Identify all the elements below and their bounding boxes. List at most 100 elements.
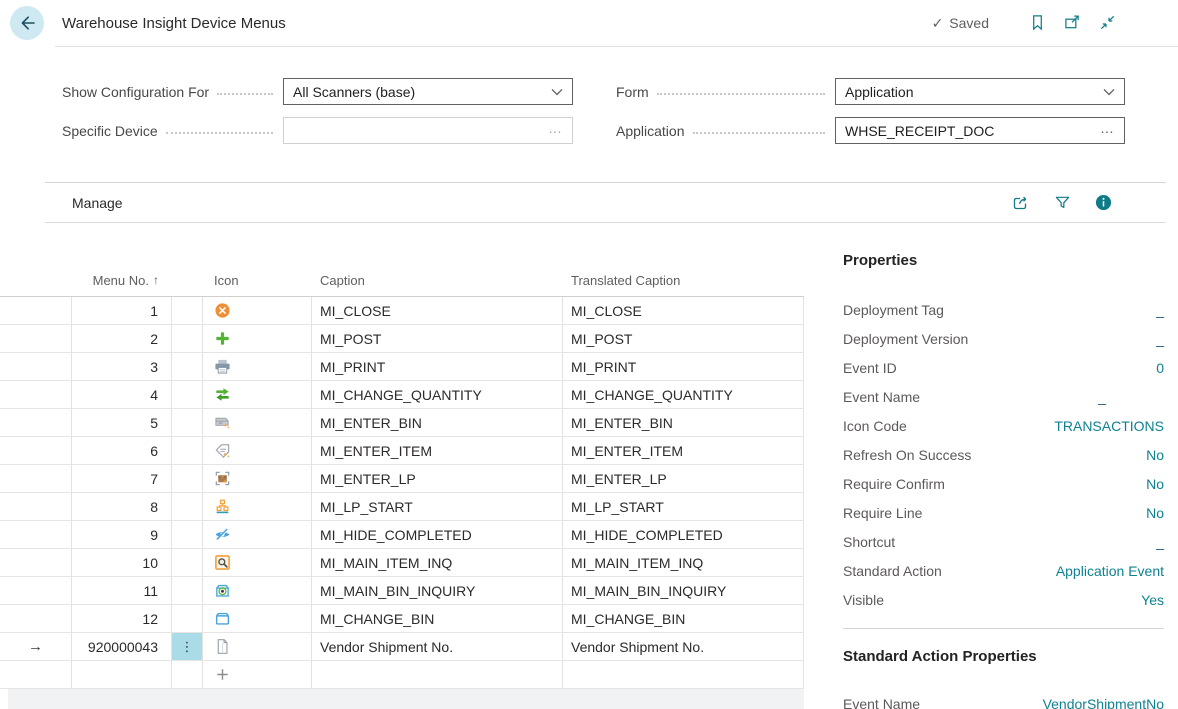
row-menu-cell[interactable] xyxy=(172,409,203,436)
menu-no-cell[interactable]: 8 xyxy=(72,493,172,520)
row-selector-cell[interactable] xyxy=(0,661,72,688)
menu-no-cell[interactable]: 1 xyxy=(72,297,172,324)
application-input[interactable] xyxy=(845,123,1100,139)
translated-caption-cell[interactable]: MI_MAIN_BIN_INQUIRY xyxy=(563,577,804,604)
caption-cell[interactable]: MI_CHANGE_BIN xyxy=(312,605,563,632)
row-selector-cell[interactable] xyxy=(0,521,72,548)
caption-cell[interactable] xyxy=(312,661,563,688)
manage-menu-button[interactable]: Manage xyxy=(72,195,123,211)
row-selector-cell[interactable] xyxy=(0,409,72,436)
row-selector-cell[interactable] xyxy=(0,325,72,352)
icon-cell[interactable] xyxy=(203,409,312,436)
menu-no-cell[interactable]: 9 xyxy=(72,521,172,548)
icon-cell[interactable] xyxy=(203,353,312,380)
property-value[interactable]: 0 xyxy=(1156,360,1164,376)
icon-cell[interactable] xyxy=(203,297,312,324)
property-value[interactable]: No xyxy=(1146,505,1164,521)
menu-no-cell[interactable]: 11 xyxy=(72,577,172,604)
menu-no-cell[interactable]: 3 xyxy=(72,353,172,380)
icon-cell[interactable] xyxy=(203,437,312,464)
property-value[interactable]: No xyxy=(1146,476,1164,492)
icon-cell[interactable] xyxy=(203,577,312,604)
menu-no-cell[interactable]: 5 xyxy=(72,409,172,436)
caption-cell[interactable]: MI_HIDE_COMPLETED xyxy=(312,521,563,548)
bookmark-button[interactable] xyxy=(1024,10,1050,36)
menu-no-cell[interactable]: 4 xyxy=(72,381,172,408)
caption-cell[interactable]: MI_POST xyxy=(312,325,563,352)
assist-edit-icon[interactable]: … xyxy=(1100,121,1115,141)
assist-edit-icon[interactable]: … xyxy=(548,121,563,141)
show-configuration-for-select[interactable]: All Scanners (base) xyxy=(283,78,573,105)
icon-cell[interactable] xyxy=(203,521,312,548)
icon-cell[interactable] xyxy=(203,605,312,632)
row-menu-cell[interactable] xyxy=(172,353,203,380)
menu-no-cell[interactable]: 2 xyxy=(72,325,172,352)
translated-caption-cell[interactable]: MI_HIDE_COMPLETED xyxy=(563,521,804,548)
menu-no-cell[interactable]: 7 xyxy=(72,465,172,492)
translated-caption-cell[interactable]: Vendor Shipment No. xyxy=(563,633,804,660)
row-menu-cell[interactable] xyxy=(172,381,203,408)
property-value[interactable]: VendorShipmentNo xyxy=(1043,696,1164,709)
row-menu-cell[interactable] xyxy=(172,661,203,688)
caption-cell[interactable]: MI_LP_START xyxy=(312,493,563,520)
icon-cell[interactable] xyxy=(203,465,312,492)
translated-caption-cell[interactable]: MI_CHANGE_QUANTITY xyxy=(563,381,804,408)
menu-no-cell[interactable]: 12 xyxy=(72,605,172,632)
back-button[interactable] xyxy=(10,6,44,40)
form-select[interactable]: Application xyxy=(835,78,1125,105)
row-menu-cell[interactable] xyxy=(172,549,203,576)
row-menu-cell[interactable]: ⋮ xyxy=(172,633,203,660)
row-menu-cell[interactable] xyxy=(172,437,203,464)
icon-cell[interactable] xyxy=(203,549,312,576)
specific-device-field[interactable]: … xyxy=(283,117,573,144)
property-value[interactable]: TRANSACTIONS xyxy=(1054,418,1164,434)
menu-no-cell[interactable]: 10 xyxy=(72,549,172,576)
icon-cell[interactable] xyxy=(203,633,312,660)
translated-caption-cell[interactable]: MI_ENTER_BIN xyxy=(563,409,804,436)
translated-caption-cell[interactable]: MI_PRINT xyxy=(563,353,804,380)
caption-cell[interactable]: MI_ENTER_ITEM xyxy=(312,437,563,464)
caption-cell[interactable]: MI_MAIN_ITEM_INQ xyxy=(312,549,563,576)
filter-funnel-button[interactable] xyxy=(1049,190,1075,216)
column-header-menu-no[interactable]: Menu No. ↑ xyxy=(72,264,172,296)
column-header-translated-caption[interactable]: Translated Caption xyxy=(563,264,804,296)
row-menu-cell[interactable] xyxy=(172,577,203,604)
icon-cell[interactable] xyxy=(203,381,312,408)
menu-no-cell[interactable] xyxy=(72,661,172,688)
row-menu-cell[interactable] xyxy=(172,465,203,492)
row-selector-cell[interactable] xyxy=(0,465,72,492)
row-selector-cell[interactable] xyxy=(0,353,72,380)
property-value[interactable]: Application Event xyxy=(1056,563,1164,579)
icon-cell[interactable] xyxy=(203,325,312,352)
row-selector-cell[interactable] xyxy=(0,381,72,408)
caption-cell[interactable]: MI_CHANGE_QUANTITY xyxy=(312,381,563,408)
translated-caption-cell[interactable] xyxy=(563,661,804,688)
row-menu-cell[interactable] xyxy=(172,521,203,548)
menu-no-cell[interactable]: 920000043 xyxy=(72,633,172,660)
row-menu-cell[interactable] xyxy=(172,297,203,324)
row-selector-cell[interactable] xyxy=(0,605,72,632)
icon-cell[interactable] xyxy=(203,661,312,688)
info-button[interactable] xyxy=(1090,190,1116,216)
row-selector-cell[interactable] xyxy=(0,577,72,604)
row-selector-cell[interactable]: → xyxy=(0,633,72,660)
column-header-icon[interactable]: Icon xyxy=(203,264,312,296)
collapse-button[interactable] xyxy=(1094,10,1120,36)
translated-caption-cell[interactable]: MI_POST xyxy=(563,325,804,352)
translated-caption-cell[interactable]: MI_CLOSE xyxy=(563,297,804,324)
caption-cell[interactable]: MI_PRINT xyxy=(312,353,563,380)
row-options-menu-button[interactable]: ⋮ xyxy=(172,633,202,660)
row-menu-cell[interactable] xyxy=(172,325,203,352)
new-row[interactable] xyxy=(0,661,804,689)
row-menu-cell[interactable] xyxy=(172,493,203,520)
property-value[interactable]: Yes xyxy=(1141,592,1164,608)
caption-cell[interactable]: MI_CLOSE xyxy=(312,297,563,324)
translated-caption-cell[interactable]: MI_ENTER_LP xyxy=(563,465,804,492)
application-field[interactable]: … xyxy=(835,117,1125,144)
row-selector-cell[interactable] xyxy=(0,437,72,464)
caption-cell[interactable]: MI_ENTER_BIN xyxy=(312,409,563,436)
translated-caption-cell[interactable]: MI_ENTER_ITEM xyxy=(563,437,804,464)
menu-no-cell[interactable]: 6 xyxy=(72,437,172,464)
caption-cell[interactable]: Vendor Shipment No. xyxy=(312,633,563,660)
row-menu-cell[interactable] xyxy=(172,605,203,632)
